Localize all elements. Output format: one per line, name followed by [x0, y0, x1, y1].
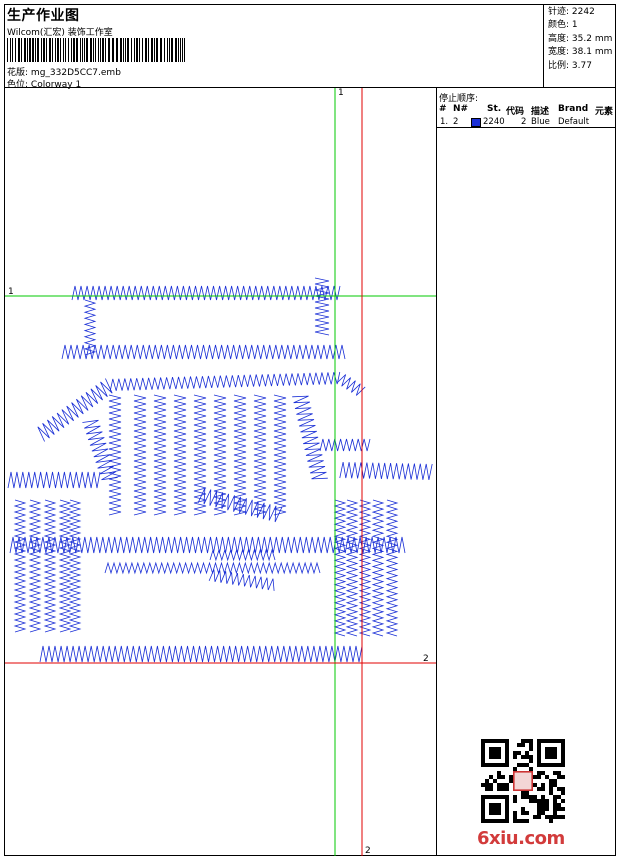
guide-label-green-left: 1 — [8, 287, 14, 297]
guide-label-red-bottom: 2 — [365, 846, 371, 856]
qr-code — [481, 739, 565, 823]
guide-label-green-top: 1 — [338, 88, 344, 98]
watermark-site: 6xiu.com — [477, 828, 565, 849]
guide-label-red-right: 2 — [423, 654, 429, 664]
embroidery-preview — [5, 88, 436, 856]
stitch-pattern — [7, 277, 433, 663]
